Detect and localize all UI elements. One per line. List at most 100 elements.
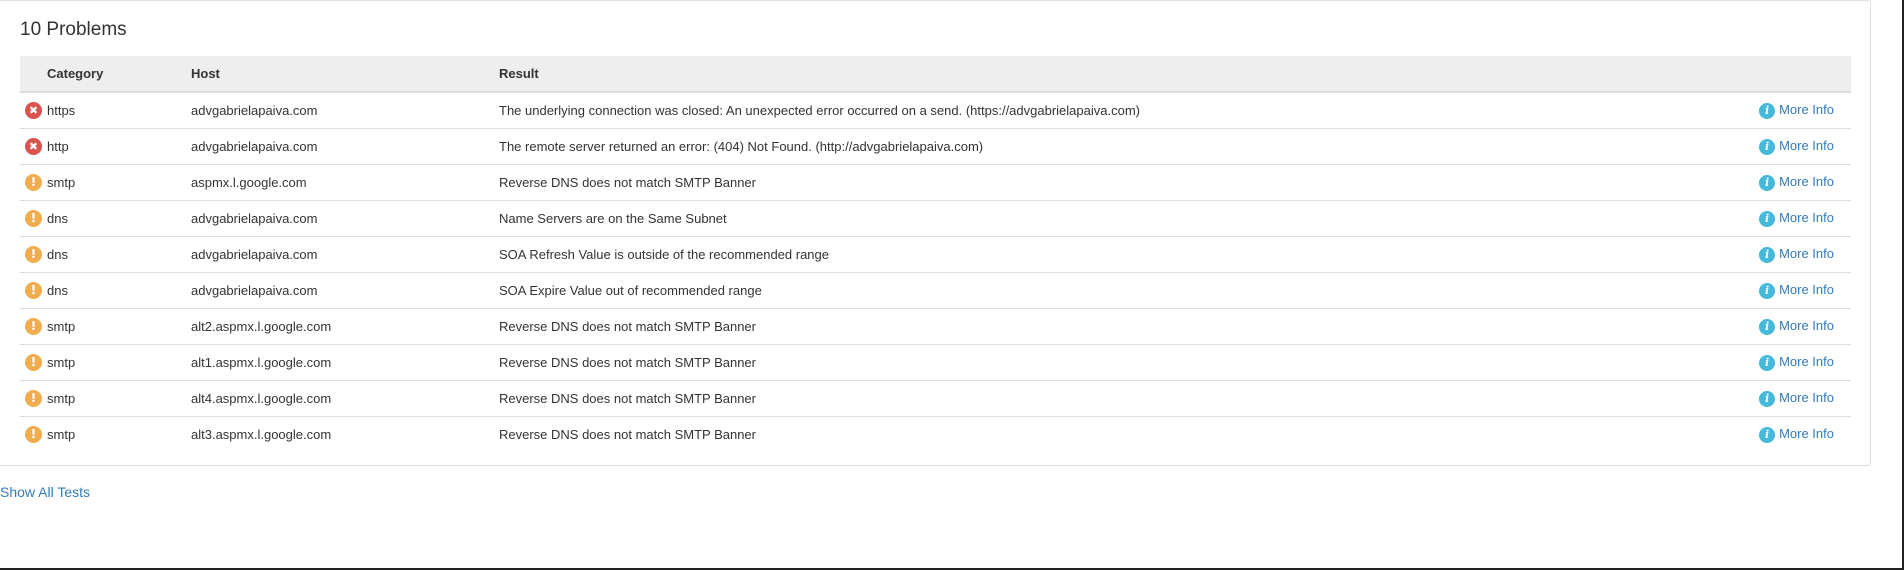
host-cell: advgabrielapaiva.com bbox=[191, 128, 499, 165]
more-info-label: More Info bbox=[1779, 318, 1834, 334]
table-row: ! dns advgabrielapaiva.com SOA Expire Value… bbox=[20, 272, 1851, 309]
result-cell: Reverse DNS does not match SMTP Banner bbox=[499, 164, 1511, 201]
more-info-label: More Info bbox=[1779, 426, 1834, 442]
more-info-label: More Info bbox=[1779, 282, 1834, 298]
more-info-cell: i More Info bbox=[1511, 92, 1851, 129]
table-row: ! smtp alt3.aspmx.l.google.com Reverse DNS … bbox=[20, 417, 1851, 453]
more-info-cell: i More Info bbox=[1511, 200, 1851, 237]
category-cell: smtp bbox=[47, 344, 191, 381]
result-cell: Reverse DNS does not match SMTP Banner bbox=[499, 427, 756, 442]
more-info-cell: i More Info bbox=[1511, 128, 1851, 165]
panel-title: 10 Problems bbox=[20, 19, 127, 40]
category-cell: dns bbox=[47, 272, 191, 309]
info-circle-icon: i bbox=[1759, 174, 1776, 191]
category-cell: http bbox=[47, 128, 191, 165]
more-info-link[interactable]: i More Info bbox=[1759, 174, 1834, 191]
info-circle-icon: i bbox=[1759, 390, 1776, 407]
more-info-cell: i More Info bbox=[1511, 308, 1851, 345]
warning-circle-icon: ! bbox=[25, 174, 42, 192]
category-cell: smtp bbox=[47, 164, 191, 201]
table-row: ! smtp alt4.aspmx.l.google.com Reverse DNS … bbox=[20, 380, 1851, 417]
more-info-link[interactable]: i More Info bbox=[1759, 318, 1834, 335]
host-column-header: Host bbox=[191, 56, 499, 93]
host-cell: aspmx.l.google.com bbox=[191, 164, 499, 201]
info-circle-icon: i bbox=[1759, 318, 1776, 335]
more-info-link[interactable]: i More Info bbox=[1759, 210, 1834, 227]
host-cell: alt4.aspmx.l.google.com bbox=[191, 380, 499, 417]
info-circle-icon: i bbox=[1759, 102, 1776, 119]
host-cell: advgabrielapaiva.com bbox=[191, 92, 499, 129]
table-row: ! smtp aspmx.l.google.com Reverse DNS does … bbox=[20, 164, 1851, 201]
more-info-link[interactable]: i More Info bbox=[1759, 354, 1834, 371]
more-info-link[interactable]: i More Info bbox=[1759, 246, 1834, 263]
more-info-link[interactable]: i More Info bbox=[1759, 426, 1834, 443]
show-all-tests-link[interactable]: Show All Tests bbox=[0, 484, 90, 500]
status-cell: ! bbox=[20, 236, 47, 273]
info-circle-icon: i bbox=[1759, 426, 1776, 443]
more-info-link[interactable]: i More Info bbox=[1759, 102, 1834, 119]
warning-circle-icon: ! bbox=[25, 246, 42, 264]
action-column-header bbox=[1511, 56, 1851, 93]
more-info-cell: i More Info bbox=[1511, 236, 1851, 273]
host-cell: advgabrielapaiva.com bbox=[191, 272, 499, 309]
result-cell: SOA Expire Value out of recommended rang… bbox=[499, 272, 1511, 309]
status-cell: ! bbox=[20, 200, 47, 237]
more-info-label: More Info bbox=[1779, 390, 1834, 406]
info-circle-icon: i bbox=[1759, 210, 1776, 227]
info-circle-icon: i bbox=[1759, 354, 1776, 371]
status-cell: ! bbox=[20, 272, 47, 309]
category-cell: smtp bbox=[47, 308, 191, 345]
more-info-cell: i More Info bbox=[1511, 272, 1851, 309]
table-row: ! dns advgabrielapaiva.com SOA Refresh Valu… bbox=[20, 236, 1851, 273]
result-column-header: Result bbox=[499, 56, 1511, 93]
more-info-cell: i More Info bbox=[1511, 417, 1851, 453]
result-cell: The remote server returned an error: (40… bbox=[499, 128, 1511, 165]
more-info-cell: i More Info bbox=[1511, 164, 1851, 201]
error-circle-icon: ✖ bbox=[25, 138, 42, 156]
warning-circle-icon: ! bbox=[25, 282, 42, 300]
table-row: ! smtp alt1.aspmx.l.google.com Reverse DNS … bbox=[20, 344, 1851, 381]
status-cell: ✖ bbox=[20, 128, 47, 165]
table-row: ! smtp alt2.aspmx.l.google.com Reverse DNS … bbox=[20, 308, 1851, 345]
more-info-cell: i More Info bbox=[1511, 344, 1851, 381]
host-cell: advgabrielapaiva.com bbox=[191, 200, 499, 237]
status-cell: ! bbox=[20, 164, 47, 201]
more-info-label: More Info bbox=[1779, 210, 1834, 226]
status-cell: ! bbox=[20, 344, 47, 381]
more-info-label: More Info bbox=[1779, 138, 1834, 154]
warning-circle-icon: ! bbox=[25, 426, 42, 444]
host-cell: advgabrielapaiva.com bbox=[191, 236, 499, 273]
more-info-link[interactable]: i More Info bbox=[1759, 282, 1834, 299]
table-row: ! dns advgabrielapaiva.com Name Servers are… bbox=[20, 200, 1851, 237]
category-cell: https bbox=[47, 92, 191, 129]
category-cell: dns bbox=[47, 200, 191, 237]
category-column-header: Category bbox=[47, 56, 191, 93]
problems-table-body: ✖ https advgabrielapaiva.com The underlying… bbox=[20, 92, 1851, 452]
more-info-label: More Info bbox=[1779, 174, 1834, 190]
category-cell: dns bbox=[47, 236, 191, 273]
warning-circle-icon: ! bbox=[25, 210, 42, 228]
result-cell: Reverse DNS does not match SMTP Banner bbox=[499, 308, 1511, 345]
status-column-header bbox=[20, 56, 47, 93]
warning-circle-icon: ! bbox=[25, 318, 42, 336]
error-circle-icon: ✖ bbox=[25, 102, 42, 120]
table-row: ✖ https advgabrielapaiva.com The underlying… bbox=[20, 92, 1851, 129]
result-cell: Reverse DNS does not match SMTP Banner bbox=[499, 380, 1511, 417]
warning-circle-icon: ! bbox=[25, 354, 42, 372]
status-cell: ! bbox=[20, 380, 47, 417]
category-cell: smtp bbox=[47, 427, 76, 442]
info-circle-icon: i bbox=[1759, 246, 1776, 263]
category-cell: smtp bbox=[47, 380, 191, 417]
more-info-link[interactable]: i More Info bbox=[1759, 390, 1834, 407]
result-cell: Reverse DNS does not match SMTP Banner bbox=[499, 344, 1511, 381]
result-cell: The underlying connection was closed: An… bbox=[499, 92, 1511, 129]
host-cell: alt1.aspmx.l.google.com bbox=[191, 344, 499, 381]
table-header-row: Category Host Result bbox=[20, 56, 1851, 93]
more-info-cell: i More Info bbox=[1511, 380, 1851, 417]
more-info-link[interactable]: i More Info bbox=[1759, 138, 1834, 155]
status-cell: ! bbox=[20, 308, 47, 345]
info-circle-icon: i bbox=[1759, 282, 1776, 299]
more-info-label: More Info bbox=[1779, 102, 1834, 118]
status-cell: ✖ bbox=[20, 92, 47, 129]
host-cell: alt3.aspmx.l.google.com bbox=[191, 427, 332, 442]
